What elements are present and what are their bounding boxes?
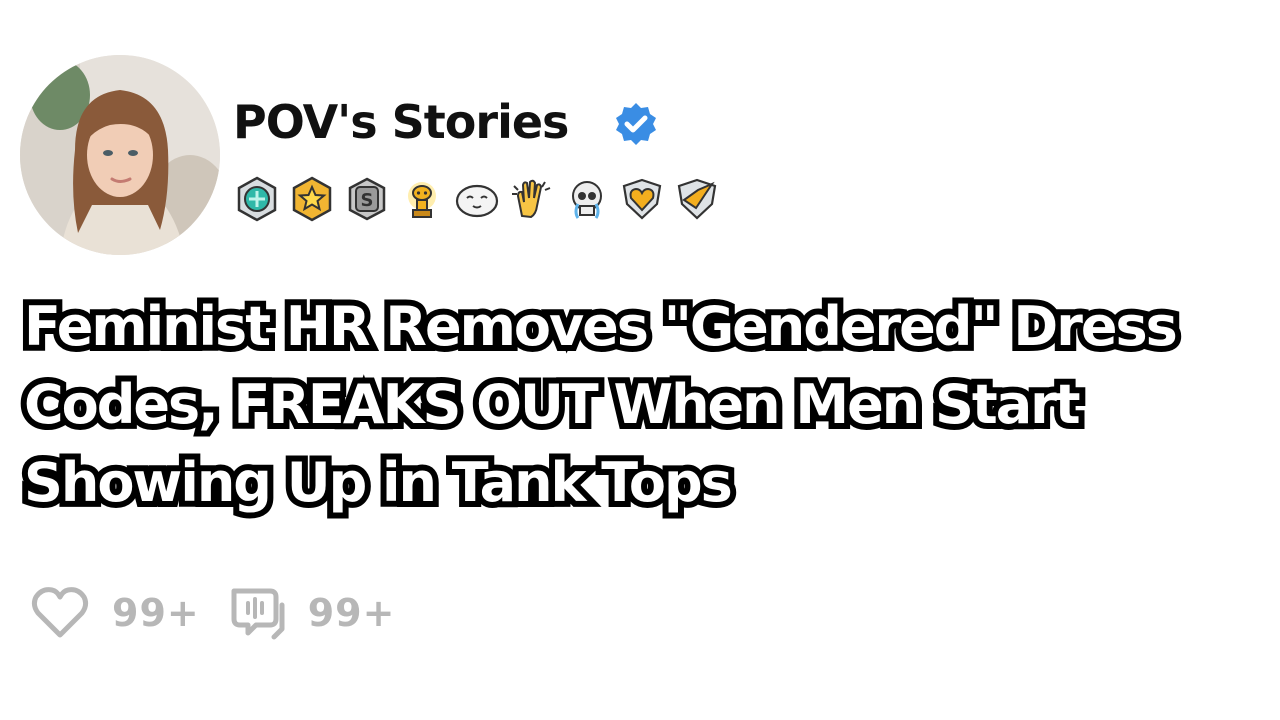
comment-icon[interactable]	[224, 583, 288, 643]
crying-skull-icon	[562, 174, 612, 224]
teal-gem-badge-icon	[232, 174, 282, 224]
post-title-line: Codes, FREAKS OUT When Men Start	[18, 367, 1087, 442]
post-title-line: Showing Up in Tank Tops	[18, 445, 739, 520]
post-title[interactable]: Feminist HR Removes "Gendered" Dress Cod…	[18, 288, 1274, 522]
badge-row: S	[232, 174, 722, 224]
avatar[interactable]	[20, 55, 220, 255]
gold-trophy-snoo-icon	[397, 174, 447, 224]
gold-heart-shield-icon	[617, 174, 667, 224]
comment-count: 99+	[307, 591, 396, 635]
heart-icon[interactable]	[28, 583, 92, 643]
author-name[interactable]: POV's Stories	[233, 92, 569, 152]
verified-badge-icon	[612, 100, 660, 148]
post-title-line: Feminist HR Removes "Gendered" Dress	[18, 289, 1184, 364]
svg-text:S: S	[361, 190, 374, 211]
post-card: POV's Stories S Feminist HR Removes "Gen…	[0, 0, 1280, 720]
engagement-bar: 99+ 99+	[28, 583, 419, 643]
gold-star-badge-icon	[287, 174, 337, 224]
sleepy-face-icon	[452, 174, 502, 224]
clapping-hands-icon	[507, 174, 557, 224]
gold-wing-shield-icon	[672, 174, 722, 224]
silver-s-badge-icon: S	[342, 174, 392, 224]
like-count: 99+	[112, 591, 200, 635]
